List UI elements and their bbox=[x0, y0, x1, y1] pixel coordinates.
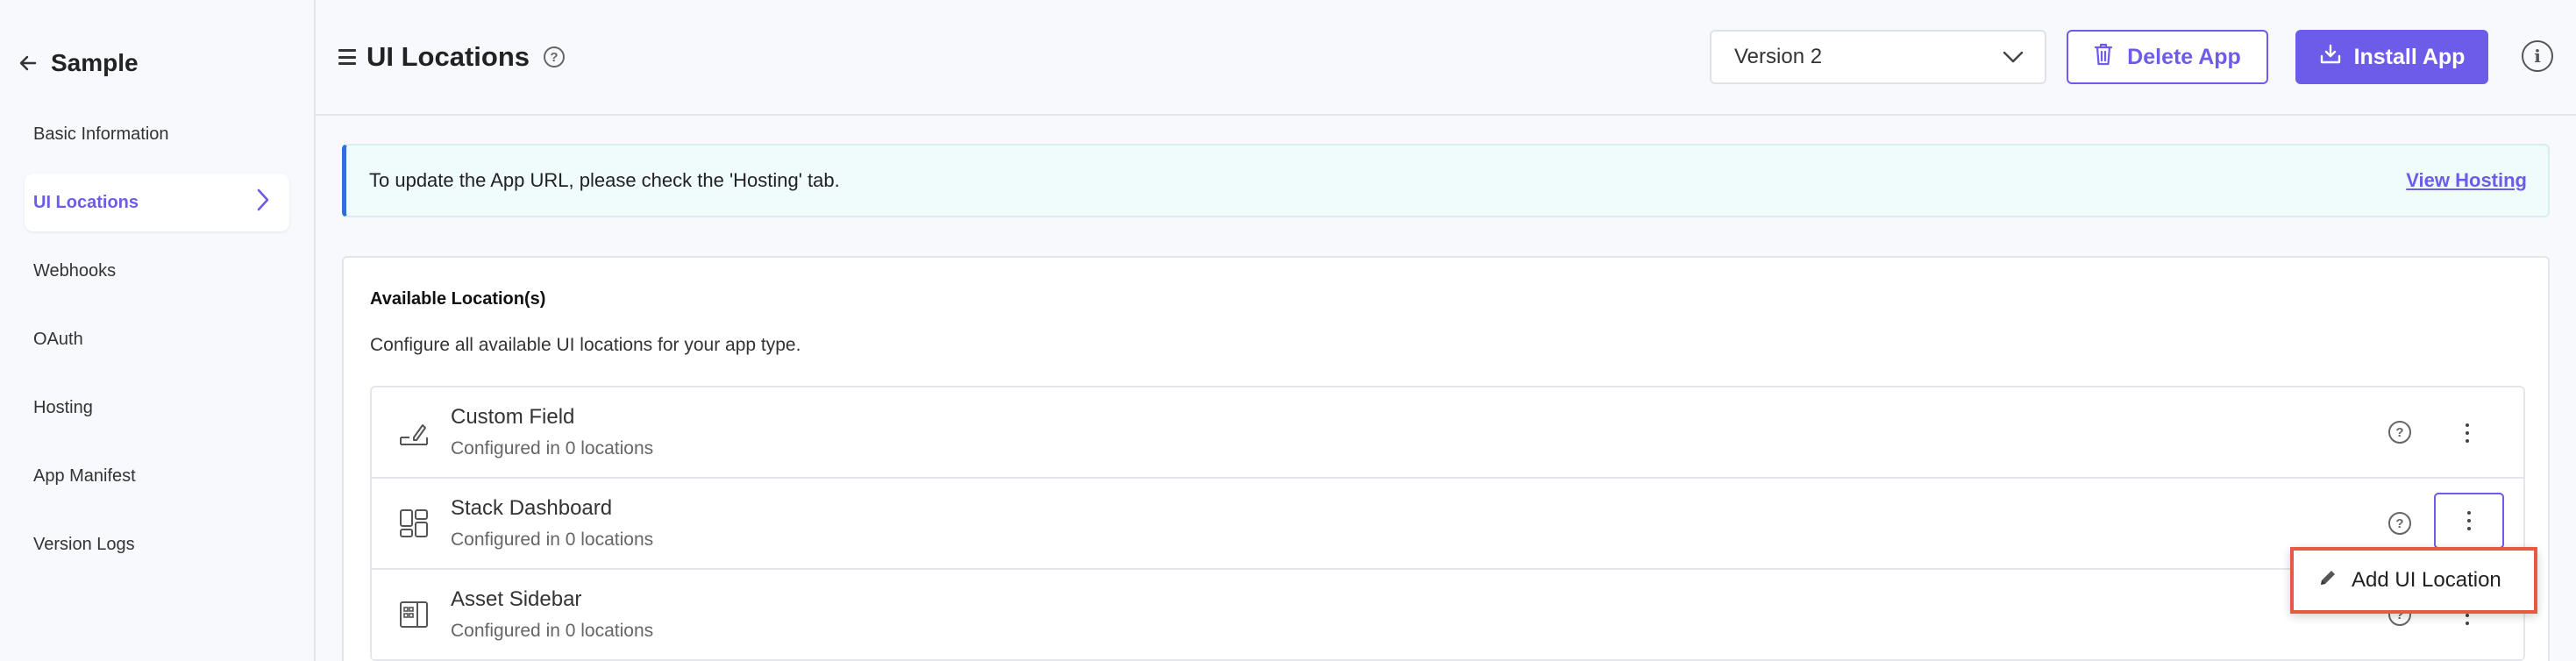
help-icon[interactable]: ? bbox=[2388, 512, 2411, 535]
location-status: Configured in 0 locations bbox=[451, 530, 654, 550]
sidebar-item-oauth[interactable]: OAuth bbox=[25, 310, 289, 368]
chevron-right-icon bbox=[256, 188, 270, 217]
hamburger-menu-icon[interactable] bbox=[338, 48, 356, 66]
page-header: UI Locations ? Version 2 Delete App Inst… bbox=[316, 0, 2576, 116]
install-app-label: Install App bbox=[2353, 44, 2466, 69]
back-arrow-icon[interactable] bbox=[18, 53, 39, 74]
delete-app-label: Delete App bbox=[2127, 44, 2241, 69]
sidebar-item-version-logs[interactable]: Version Logs bbox=[25, 515, 289, 573]
help-icon[interactable]: ? bbox=[544, 46, 566, 68]
help-icon[interactable]: ? bbox=[2388, 421, 2411, 444]
location-status: Configured in 0 locations bbox=[451, 438, 654, 458]
more-options-icon[interactable] bbox=[2434, 493, 2504, 549]
more-options-icon[interactable] bbox=[2448, 410, 2487, 456]
locations-card: Available Location(s) Configure all avai… bbox=[342, 256, 2550, 661]
pencil-icon bbox=[2318, 568, 2338, 593]
chevron-down-icon bbox=[2003, 45, 2024, 69]
sidebar-item-label: OAuth bbox=[33, 329, 83, 349]
list-item: Stack Dashboard Configured in 0 location… bbox=[372, 479, 2523, 570]
sidebar-item-label: App Manifest bbox=[33, 466, 136, 486]
view-hosting-link[interactable]: View Hosting bbox=[2406, 169, 2527, 192]
card-title: Available Location(s) bbox=[370, 289, 546, 309]
list-item: Asset Sidebar Configured in 0 locations … bbox=[372, 570, 2523, 661]
install-icon bbox=[2319, 43, 2342, 72]
main-content: UI Locations ? Version 2 Delete App Inst… bbox=[316, 0, 2576, 661]
sidebar-header: Sample bbox=[0, 46, 314, 81]
sidebar-item-app-manifest[interactable]: App Manifest bbox=[25, 447, 289, 505]
sidebar-nav: Basic Information UI Locations Webhooks … bbox=[0, 105, 314, 573]
list-item: Custom Field Configured in 0 locations ? bbox=[372, 387, 2523, 479]
add-ui-location-menu-item[interactable]: Add UI Location bbox=[2290, 547, 2537, 614]
app-name: Sample bbox=[51, 49, 139, 76]
location-name: Custom Field bbox=[451, 405, 575, 429]
sidebar-item-hosting[interactable]: Hosting bbox=[25, 379, 289, 437]
delete-app-button[interactable]: Delete App bbox=[2067, 30, 2268, 84]
banner-text: To update the App URL, please check the … bbox=[369, 169, 840, 191]
version-select-value: Version 2 bbox=[1734, 45, 1823, 68]
dashboard-icon bbox=[396, 506, 431, 541]
hosting-banner: To update the App URL, please check the … bbox=[342, 144, 2550, 217]
sidebar-item-label: UI Locations bbox=[33, 192, 139, 212]
sidebar-item-webhooks[interactable]: Webhooks bbox=[25, 242, 289, 300]
trash-icon bbox=[2094, 42, 2113, 73]
app-root: Sample Basic Information UI Locations We… bbox=[0, 0, 2576, 661]
location-name: Asset Sidebar bbox=[451, 587, 582, 611]
sidebar-item-label: Version Logs bbox=[33, 534, 135, 554]
card-description: Configure all available UI locations for… bbox=[370, 335, 801, 355]
sidebar-item-ui-locations[interactable]: UI Locations bbox=[25, 174, 289, 231]
location-status: Configured in 0 locations bbox=[451, 621, 654, 641]
asset-sidebar-icon bbox=[396, 597, 431, 632]
info-icon[interactable]: i bbox=[2522, 40, 2553, 72]
page-title: UI Locations bbox=[366, 41, 530, 72]
sidebar: Sample Basic Information UI Locations We… bbox=[0, 0, 316, 661]
add-ui-location-label: Add UI Location bbox=[2352, 568, 2501, 592]
sidebar-item-label: Hosting bbox=[33, 397, 93, 417]
sidebar-item-label: Webhooks bbox=[33, 260, 117, 281]
install-app-button[interactable]: Install App bbox=[2295, 30, 2488, 84]
sidebar-item-basic-information[interactable]: Basic Information bbox=[25, 105, 289, 163]
location-name: Stack Dashboard bbox=[451, 496, 613, 520]
locations-list: Custom Field Configured in 0 locations ?… bbox=[370, 386, 2525, 661]
custom-field-icon bbox=[396, 415, 431, 450]
sidebar-item-label: Basic Information bbox=[33, 124, 169, 144]
version-select[interactable]: Version 2 bbox=[1710, 30, 2046, 84]
